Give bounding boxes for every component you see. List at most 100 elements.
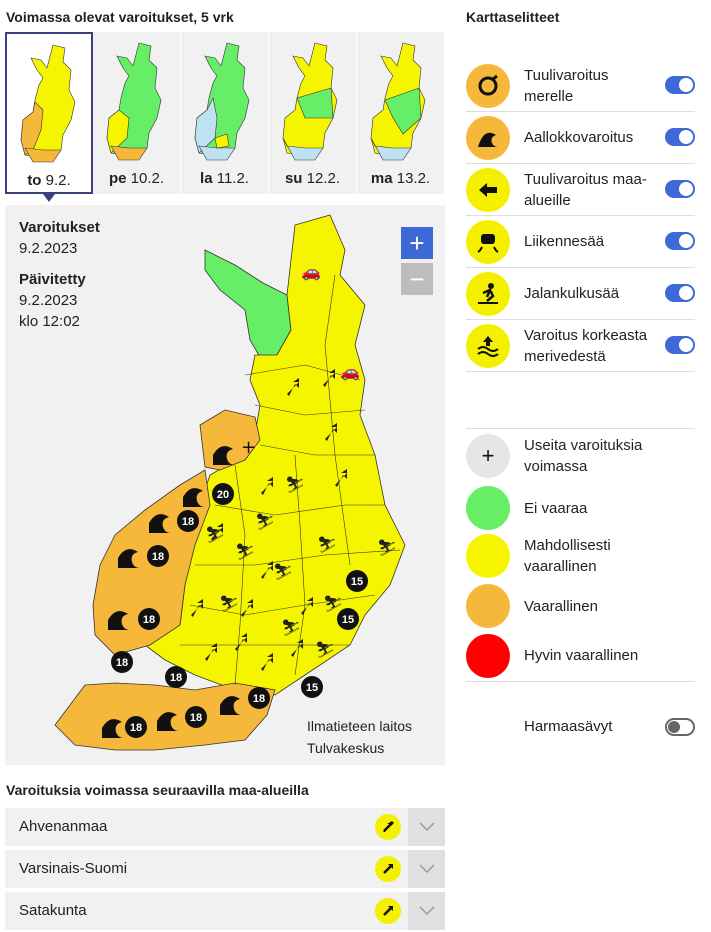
chevron-down-icon[interactable] (408, 850, 445, 888)
high-sea-level-icon (466, 323, 510, 368)
legend-label: Liikennesää (524, 233, 605, 250)
sea-wind-toggle[interactable] (665, 76, 695, 94)
zoom-out-button[interactable]: − (401, 263, 433, 295)
svg-text:⛷: ⛷ (285, 475, 305, 494)
legend-label: Jalankulkusää (524, 285, 620, 302)
legend-item-pedestrian: Jalankulkusää (466, 268, 695, 320)
svg-text:18: 18 (143, 614, 155, 626)
map-credit: Ilmatieteen laitos Tulvakeskus (307, 715, 412, 759)
svg-text:18: 18 (253, 693, 265, 705)
svg-text:⛷: ⛷ (273, 562, 293, 581)
finland-warning-map[interactable]: ⛷ ⛷ ⛷ ⛷ ⛷ ⛷ ⛷ ⛷ ⛷ ⛷ ⛷ 🚗 🚗 20 18 18 18 18… (5, 205, 445, 765)
day-tab-label: la 11.2. (200, 170, 249, 187)
region-row[interactable]: Varsinais-Suomi (5, 850, 445, 888)
svg-text:15: 15 (342, 614, 354, 626)
traffic-toggle[interactable] (665, 232, 695, 250)
day-tabs: to 9.2. pe 10.2. la 11.2. su 12.2. ma 13… (5, 32, 445, 202)
plus-icon: + (466, 434, 510, 478)
warning-map-panel: Varoitukset 9.2.2023 Päivitetty 9.2.2023… (5, 205, 445, 765)
svg-text:15: 15 (306, 682, 318, 694)
high-sea-level-toggle[interactable] (665, 336, 695, 354)
svg-text:⛷: ⛷ (235, 542, 255, 561)
land-wind-arrow-icon (466, 167, 510, 212)
mini-map-thumbnail (106, 42, 162, 161)
svg-text:⛷: ⛷ (219, 594, 239, 613)
legend-heading: Karttaselitteet (466, 9, 560, 25)
days-heading: Voimassa olevat varoitukset, 5 vrk (6, 9, 234, 25)
svg-text:🚗: 🚗 (301, 262, 321, 281)
legend-label: Vaarallinen (524, 597, 598, 615)
region-name: Varsinais-Suomi (19, 860, 128, 877)
svg-text:⛷: ⛷ (281, 618, 301, 637)
mini-map-thumbnail (370, 42, 426, 161)
legend-label: Tuulivaroitus maa-alueille (524, 170, 647, 209)
svg-text:⛷: ⛷ (255, 512, 275, 531)
day-tab-label: ma 13.2. (370, 170, 431, 187)
svg-text:18: 18 (130, 722, 142, 734)
legend-level-possibly-dangerous: Mahdollisesti vaarallinen (466, 530, 695, 582)
legend-item-sea-wind: Tuulivaroitus merelle (466, 60, 695, 112)
region-name: Ahvenanmaa (19, 818, 108, 835)
map-region-green[interactable] (204, 249, 292, 358)
svg-text:18: 18 (190, 712, 202, 724)
chevron-down-icon[interactable] (408, 892, 445, 930)
orange-circle-icon (466, 584, 510, 628)
svg-text:🚗: 🚗 (340, 362, 360, 381)
day-tab-friday[interactable]: pe 10.2. (93, 32, 181, 194)
svg-text:18: 18 (182, 516, 194, 528)
region-row[interactable]: Ahvenanmaa (5, 808, 445, 846)
traffic-weather-icon (466, 219, 510, 264)
legend-item-high-sea-level: Varoitus korkeasta merivedestä (466, 320, 695, 372)
region-row[interactable]: Satakunta (5, 892, 445, 930)
land-wind-toggle[interactable] (665, 180, 695, 198)
pedestrian-weather-icon (466, 271, 510, 316)
land-wind-arrow-icon (375, 814, 401, 840)
grayscale-toggle[interactable] (665, 718, 695, 736)
mini-map-thumbnail (194, 42, 250, 161)
credit-line: Ilmatieteen laitos (307, 718, 413, 734)
legend-level-multiple: + Useita varoituksia voimassa (466, 430, 695, 482)
legend-label: Ei vaaraa (524, 499, 588, 517)
day-tab-label: to 9.2. (27, 172, 71, 189)
grayscale-label: Harmaasävyt (524, 718, 613, 735)
land-wind-arrow-icon (375, 898, 401, 924)
svg-text:+: + (241, 437, 256, 458)
svg-text:⛷: ⛷ (205, 525, 225, 544)
svg-text:⛷: ⛷ (317, 535, 337, 554)
day-tab-saturday[interactable]: la 11.2. (181, 32, 269, 194)
svg-text:15: 15 (351, 576, 363, 588)
region-name: Satakunta (19, 902, 87, 919)
legend-label: Hyvin vaarallinen (524, 647, 639, 664)
day-tab-monday[interactable]: ma 13.2. (357, 32, 445, 194)
mini-map-thumbnail (282, 42, 338, 161)
svg-text:18: 18 (170, 672, 182, 684)
wave-toggle[interactable] (665, 128, 695, 146)
legend-label: Mahdollisesti vaarallinen (524, 537, 611, 575)
chevron-down-icon[interactable] (408, 808, 445, 846)
legend-level-very-dangerous: Hyvin vaarallinen (466, 630, 695, 682)
day-tab-thursday[interactable]: to 9.2. (5, 32, 93, 202)
legend-level-no-danger: Ei vaaraa (466, 482, 695, 534)
day-tab-sunday[interactable]: su 12.2. (269, 32, 357, 194)
legend-item-land-wind: Tuulivaroitus maa-alueille (466, 164, 695, 216)
red-circle-icon (466, 633, 510, 678)
zoom-in-button[interactable]: + (401, 227, 433, 259)
svg-text:18: 18 (116, 657, 128, 669)
green-circle-icon (466, 486, 510, 530)
pedestrian-toggle[interactable] (665, 284, 695, 302)
svg-text:⛷: ⛷ (377, 538, 397, 557)
svg-text:⛷: ⛷ (323, 594, 343, 613)
legend-label: Aallokkovaroitus (524, 129, 634, 146)
svg-text:18: 18 (152, 551, 164, 563)
yellow-circle-icon (466, 534, 510, 578)
day-tab-label: pe 10.2. (108, 170, 165, 187)
wave-icon (466, 115, 510, 160)
legend-label: Useita varoituksia voimassa (524, 437, 643, 475)
svg-text:20: 20 (217, 489, 229, 501)
day-tab-label: su 12.2. (284, 170, 341, 187)
svg-text:⛷: ⛷ (315, 640, 335, 659)
legend-label: Tuulivaroitus merelle (524, 66, 609, 105)
legend-item-wave: Aallokkovaroitus (466, 112, 695, 164)
regions-heading: Varoituksia voimassa seuraavilla maa-alu… (6, 782, 309, 798)
legend-divider (466, 428, 695, 429)
